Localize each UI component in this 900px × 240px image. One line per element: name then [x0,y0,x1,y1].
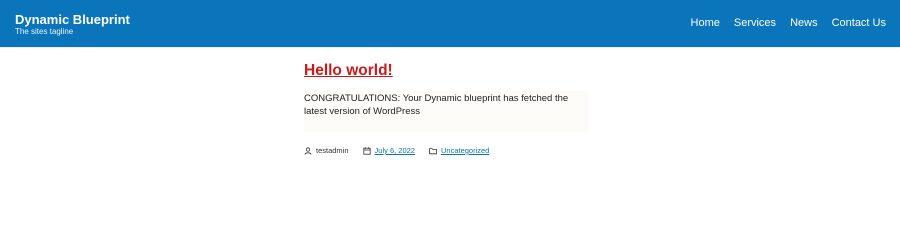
site-branding: Dynamic Blueprint The sites tagline [15,13,130,37]
post-excerpt: CONGRATULATIONS: Your Dynamic blueprint … [304,91,588,132]
post-date-link[interactable]: July 6, 2022 [375,146,415,155]
category-link[interactable]: Uncategorized [441,146,489,155]
site-header: Dynamic Blueprint The sites tagline Home… [0,0,900,47]
post-date: July 6, 2022 [362,146,415,155]
header-divider [0,47,900,48]
nav-item-services[interactable]: Services [734,17,776,30]
calendar-icon [362,146,371,155]
nav-item-contact-us[interactable]: Contact Us [832,17,886,30]
post-title-link[interactable]: Hello world! [304,62,393,80]
site-title-link[interactable]: Dynamic Blueprint [15,13,130,26]
main-navigation: Home Services News Contact Us [691,17,886,30]
post-category: Uncategorized [429,146,489,155]
nav-item-home[interactable]: Home [691,17,720,30]
post-author: testadmin [304,146,349,155]
post-meta: testadmin July 6, 2022 Uncategorized [304,146,503,155]
site-tagline: The sites tagline [15,27,74,36]
author-name: testadmin [316,146,349,155]
nav-item-news[interactable]: News [790,17,818,30]
user-icon [304,146,312,155]
folder-icon [429,147,437,154]
